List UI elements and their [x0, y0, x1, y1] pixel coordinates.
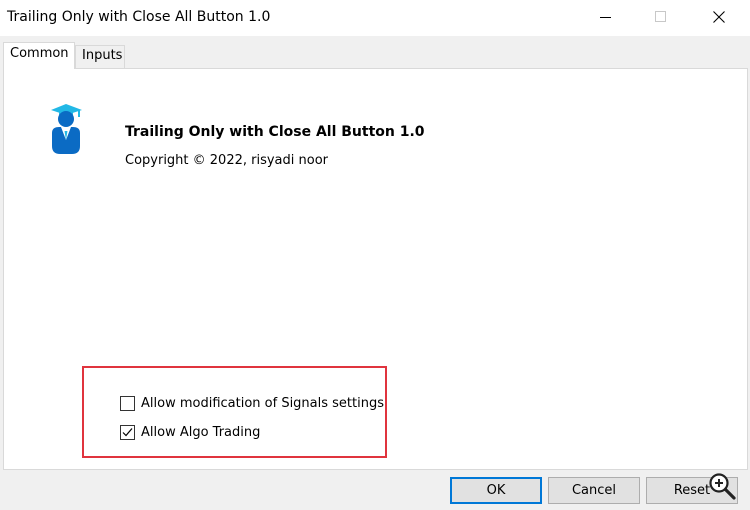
tab-common[interactable]: Common: [3, 42, 75, 69]
zoom-in-icon[interactable]: [707, 471, 737, 501]
allow-algo-trading-checkbox[interactable]: [120, 425, 135, 440]
checkmark-icon: [122, 428, 133, 437]
close-icon: [713, 11, 725, 23]
copyright-text: Copyright © 2022, risyadi noor: [125, 153, 329, 168]
dialog-client: Common Inputs Trailing Only with Close A…: [0, 36, 750, 510]
ok-button[interactable]: OK: [450, 477, 542, 504]
allow-algo-trading-label: Allow Algo Trading: [141, 425, 261, 440]
cancel-button[interactable]: Cancel: [548, 477, 640, 504]
expert-name: Trailing Only with Close All Button 1.0: [125, 124, 425, 140]
graduate-user-icon: [51, 104, 82, 154]
allow-signals-modification-label: Allow modification of Signals settings: [141, 396, 384, 411]
tab-inputs[interactable]: Inputs: [75, 45, 125, 68]
maximize-button[interactable]: [639, 0, 685, 33]
maximize-icon: [655, 11, 666, 22]
minimize-button[interactable]: [584, 0, 630, 33]
allow-signals-modification-checkbox[interactable]: [120, 396, 135, 411]
close-button[interactable]: [697, 0, 743, 33]
window-title: Trailing Only with Close All Button 1.0: [7, 9, 271, 25]
title-bar: Trailing Only with Close All Button 1.0: [0, 0, 750, 36]
minimize-icon: [600, 17, 611, 18]
